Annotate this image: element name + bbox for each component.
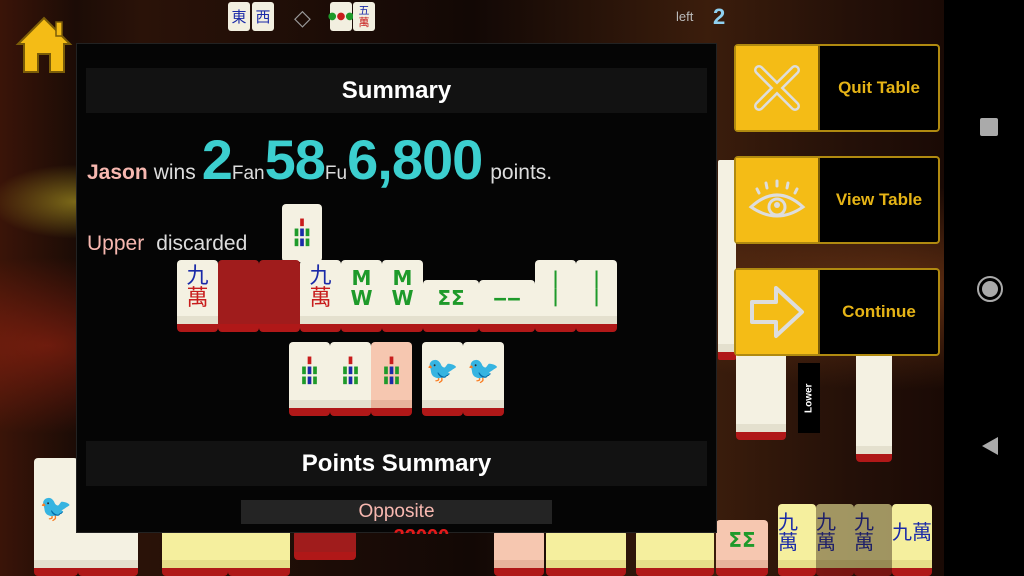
- sou-8-sideways-symbol: ΣΣ: [437, 286, 465, 310]
- view-table-label: View Table: [835, 190, 923, 209]
- table-tile: [856, 352, 892, 462]
- man-glyph: 九萬: [816, 510, 836, 554]
- fan-value: 2: [201, 128, 233, 191]
- sou-8-symbol: MW: [350, 266, 373, 310]
- man-glyph: 九萬: [854, 510, 874, 554]
- dora-indicator-tile: ●●●: [327, 2, 355, 31]
- table-tile: 九萬: [854, 504, 892, 576]
- sou-8-symbol: MW: [391, 266, 414, 310]
- home-button[interactable]: [14, 14, 74, 76]
- man-glyph: 萬: [358, 15, 370, 29]
- hand-tile-2-sou: | |: [576, 260, 617, 332]
- fu-unit: Fu: [324, 163, 348, 184]
- sou-6-symbol: ▮ ▮▮▮ ▮▮▮: [383, 355, 400, 386]
- sou-2-symbol: | |: [552, 268, 559, 307]
- opposite-points: -32000: [387, 526, 449, 534]
- man-glyph: 九萬: [778, 510, 798, 554]
- diamond-icon: ◇: [294, 5, 311, 30]
- eye-icon: [736, 158, 820, 242]
- fan-unit: Fan: [231, 163, 265, 184]
- points-summary-title: Points Summary: [86, 441, 707, 486]
- table-tile: [494, 530, 544, 576]
- quit-table-label: Quit Table: [838, 78, 920, 97]
- hand-tile-2-sou-called: ‒‒: [479, 280, 535, 332]
- group-tile-6-sou: ▮ ▮▮▮ ▮▮▮: [289, 342, 330, 416]
- table-tile: [546, 530, 626, 576]
- man-glyph: 九萬: [309, 264, 332, 311]
- round-wind-tile: 東: [228, 2, 250, 31]
- recent-apps-button[interactable]: [980, 118, 998, 136]
- hand-tile-8-sou: MW: [382, 260, 423, 332]
- home-nav-button[interactable]: [977, 276, 1003, 302]
- hand-tile-back: [218, 260, 259, 332]
- hand-tile-2-sou: | |: [535, 260, 576, 332]
- home-icon: [15, 16, 73, 73]
- tile-back: [294, 530, 356, 560]
- sou-symbol: ΣΣ: [728, 528, 756, 552]
- points-value: 6,800: [347, 128, 483, 191]
- table-tile: [636, 530, 714, 576]
- close-x-icon: [736, 46, 820, 130]
- pin-dots-icon: ●●●: [327, 11, 355, 22]
- group-tile-1-sou: 🐦: [422, 342, 463, 416]
- fu-value: 58: [264, 128, 326, 191]
- group-tile-1-sou: 🐦: [463, 342, 504, 416]
- points-text: points.: [490, 161, 553, 184]
- phoenix-icon: 🐦: [39, 494, 73, 524]
- hand-tile-8-sou: MW: [341, 260, 382, 332]
- phoenix-icon: 🐦: [467, 356, 500, 386]
- man-glyph: 九萬: [892, 520, 932, 544]
- tiles-left-count: 2: [713, 4, 726, 29]
- table-tile: [736, 352, 786, 440]
- discarded-text: discarded: [156, 232, 248, 255]
- continue-label: Continue: [842, 302, 916, 321]
- table-tile: 九萬: [778, 504, 816, 576]
- player-hand-tile[interactable]: 🐦: [34, 458, 78, 576]
- sou-2-symbol: | |: [593, 268, 600, 307]
- result-line: Jason wins 2 Fan 58 Fu 6,800 points.: [87, 132, 552, 188]
- dora-indicator-tile: 五萬: [353, 2, 375, 31]
- seat-wind-tile: 西: [252, 2, 274, 31]
- sou-6-symbol: ▮ ▮▮▮ ▮▮▮: [342, 355, 359, 386]
- hand-tile-8-sou-called: ΣΣ: [423, 280, 479, 332]
- summary-title: Summary: [86, 68, 707, 113]
- winner-name: Jason: [87, 161, 148, 184]
- discard-line: Upper discarded .: [87, 232, 305, 256]
- discarded-tile: ▮ ▮▮▮ ▮▮▮: [282, 204, 322, 262]
- sou-2-sideways-symbol: ‒‒: [493, 286, 521, 310]
- wins-text: wins: [153, 161, 196, 184]
- table-tile: 九萬: [892, 504, 932, 576]
- table-tile: 九萬: [816, 504, 854, 576]
- man-glyph: 九萬: [186, 264, 209, 311]
- top-bar: 東 西 ◇ ●●● 五萬 left 2: [0, 0, 944, 34]
- arrow-right-icon: [736, 270, 820, 354]
- table-tile: ΣΣ: [716, 520, 768, 576]
- hand-tile-9-man: 九萬: [300, 260, 341, 332]
- sou-6-symbol: ▮ ▮▮▮ ▮▮▮: [301, 355, 318, 386]
- phoenix-icon: 🐦: [426, 356, 459, 386]
- discarder-name: Upper: [87, 232, 145, 255]
- tiles-left-label: left: [676, 9, 694, 24]
- quit-table-button[interactable]: Quit Table: [734, 44, 940, 132]
- man-glyph: 五: [358, 3, 370, 17]
- summary-dialog: Summary Jason wins 2 Fan 58 Fu 6,800 poi…: [76, 43, 717, 534]
- group-tile-6-sou: ▮ ▮▮▮ ▮▮▮: [330, 342, 371, 416]
- view-table-button[interactable]: View Table: [734, 156, 940, 244]
- opposite-player-label: Opposite: [241, 500, 552, 524]
- sou-6-symbol: ▮ ▮▮▮ ▮▮▮: [293, 217, 311, 248]
- back-nav-button[interactable]: [982, 437, 998, 455]
- hand-tile-back: [259, 260, 300, 332]
- hand-tile-9-man: 九萬: [177, 260, 218, 332]
- player-label-lower: Lower: [798, 363, 820, 433]
- group-tile-6-sou-winning: ▮ ▮▮▮ ▮▮▮: [371, 342, 412, 416]
- continue-button[interactable]: Continue: [734, 268, 940, 356]
